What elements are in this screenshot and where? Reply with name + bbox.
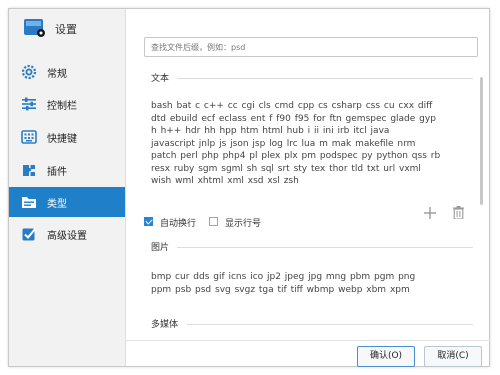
image-extension-list: bmp cur dds gif icns ico jp2 jpeg jpg mn… [151,271,415,296]
extension-line: ppm psb psd svg svgz tga tif tiff wbmp w… [151,284,410,295]
sidebar-item-controlbar[interactable]: 控制栏 [9,89,125,119]
checkbox-icon [22,227,37,241]
trash-icon[interactable] [453,206,464,219]
text-extension-list: bash bat c c++ cc cgi cls cmd cpp cs csh… [151,100,440,188]
sidebar-item-label: 类型 [47,199,67,210]
divider [177,78,473,79]
section-title-images: 图片 [151,243,170,253]
extension-line: resx ruby sgm sgml sh sql srt sty tex th… [151,163,421,174]
sidebar-item-shortcuts[interactable]: 快捷键 [9,122,125,152]
keyboard-icon [21,130,37,144]
sidebar-item-advanced[interactable]: 高级设置 [9,219,125,249]
sidebar-item-label: 常规 [47,69,67,80]
divider [177,247,473,248]
app-logo-icon [24,19,45,37]
folder-icon [22,197,36,208]
gear-icon [21,64,37,80]
sidebar-item-label: 快捷键 [47,134,77,145]
sliders-icon [22,97,36,111]
plugin-icon [23,165,35,176]
sidebar-item-label: 控制栏 [47,101,77,112]
extension-line: wish wml xhtml xml xsd xsl zsh [151,176,299,186]
sidebar-item-types[interactable]: 类型 [9,187,125,217]
search-input[interactable] [144,37,478,57]
scrollbar[interactable] [480,77,483,205]
section-title-text: 文本 [151,74,170,84]
sidebar-item-label: 插件 [47,167,67,178]
extension-line: bmp cur dds gif icns ico jp2 jpeg jpg mn… [151,272,416,282]
extension-line: patch perl php php4 pl plex plx pm podsp… [151,151,441,161]
footer-divider [126,340,490,341]
cancel-button[interactable]: 取消(C) [424,346,482,367]
line-number-label: 显示行号 [225,219,262,229]
app-title: 设置 [55,23,77,36]
extension-line: dtd ebuild ecf eclass ent f f90 f95 for … [151,113,436,124]
divider [187,324,473,325]
section-title-media: 多媒体 [151,320,179,330]
sidebar-item-label: 高级设置 [47,231,87,242]
extension-line: h h++ hdr hh hpp htm html hub i ii ini i… [151,126,390,136]
wrap-checkbox[interactable] [144,217,153,226]
settings-window: 设置 常规 控制栏 快捷键 插件 类型 高级设置 查找文件后缀，例如：psd 文… [8,8,490,367]
sidebar-item-general[interactable]: 常规 [9,57,125,87]
extension-line: bash bat c c++ cc cgi cls cmd cpp cs csh… [151,101,433,111]
sidebar: 设置 常规 控制栏 快捷键 插件 类型 高级设置 [9,9,126,366]
extension-line: javascript jnlp js json jsp log lrc lua … [151,138,416,149]
wrap-label: 自动换行 [160,219,197,229]
line-number-checkbox[interactable] [209,217,218,226]
add-icon[interactable] [424,207,436,219]
sidebar-item-plugins[interactable]: 插件 [9,155,125,185]
confirm-button[interactable]: 确认(O) [357,346,415,367]
app-header: 设置 [9,9,125,49]
